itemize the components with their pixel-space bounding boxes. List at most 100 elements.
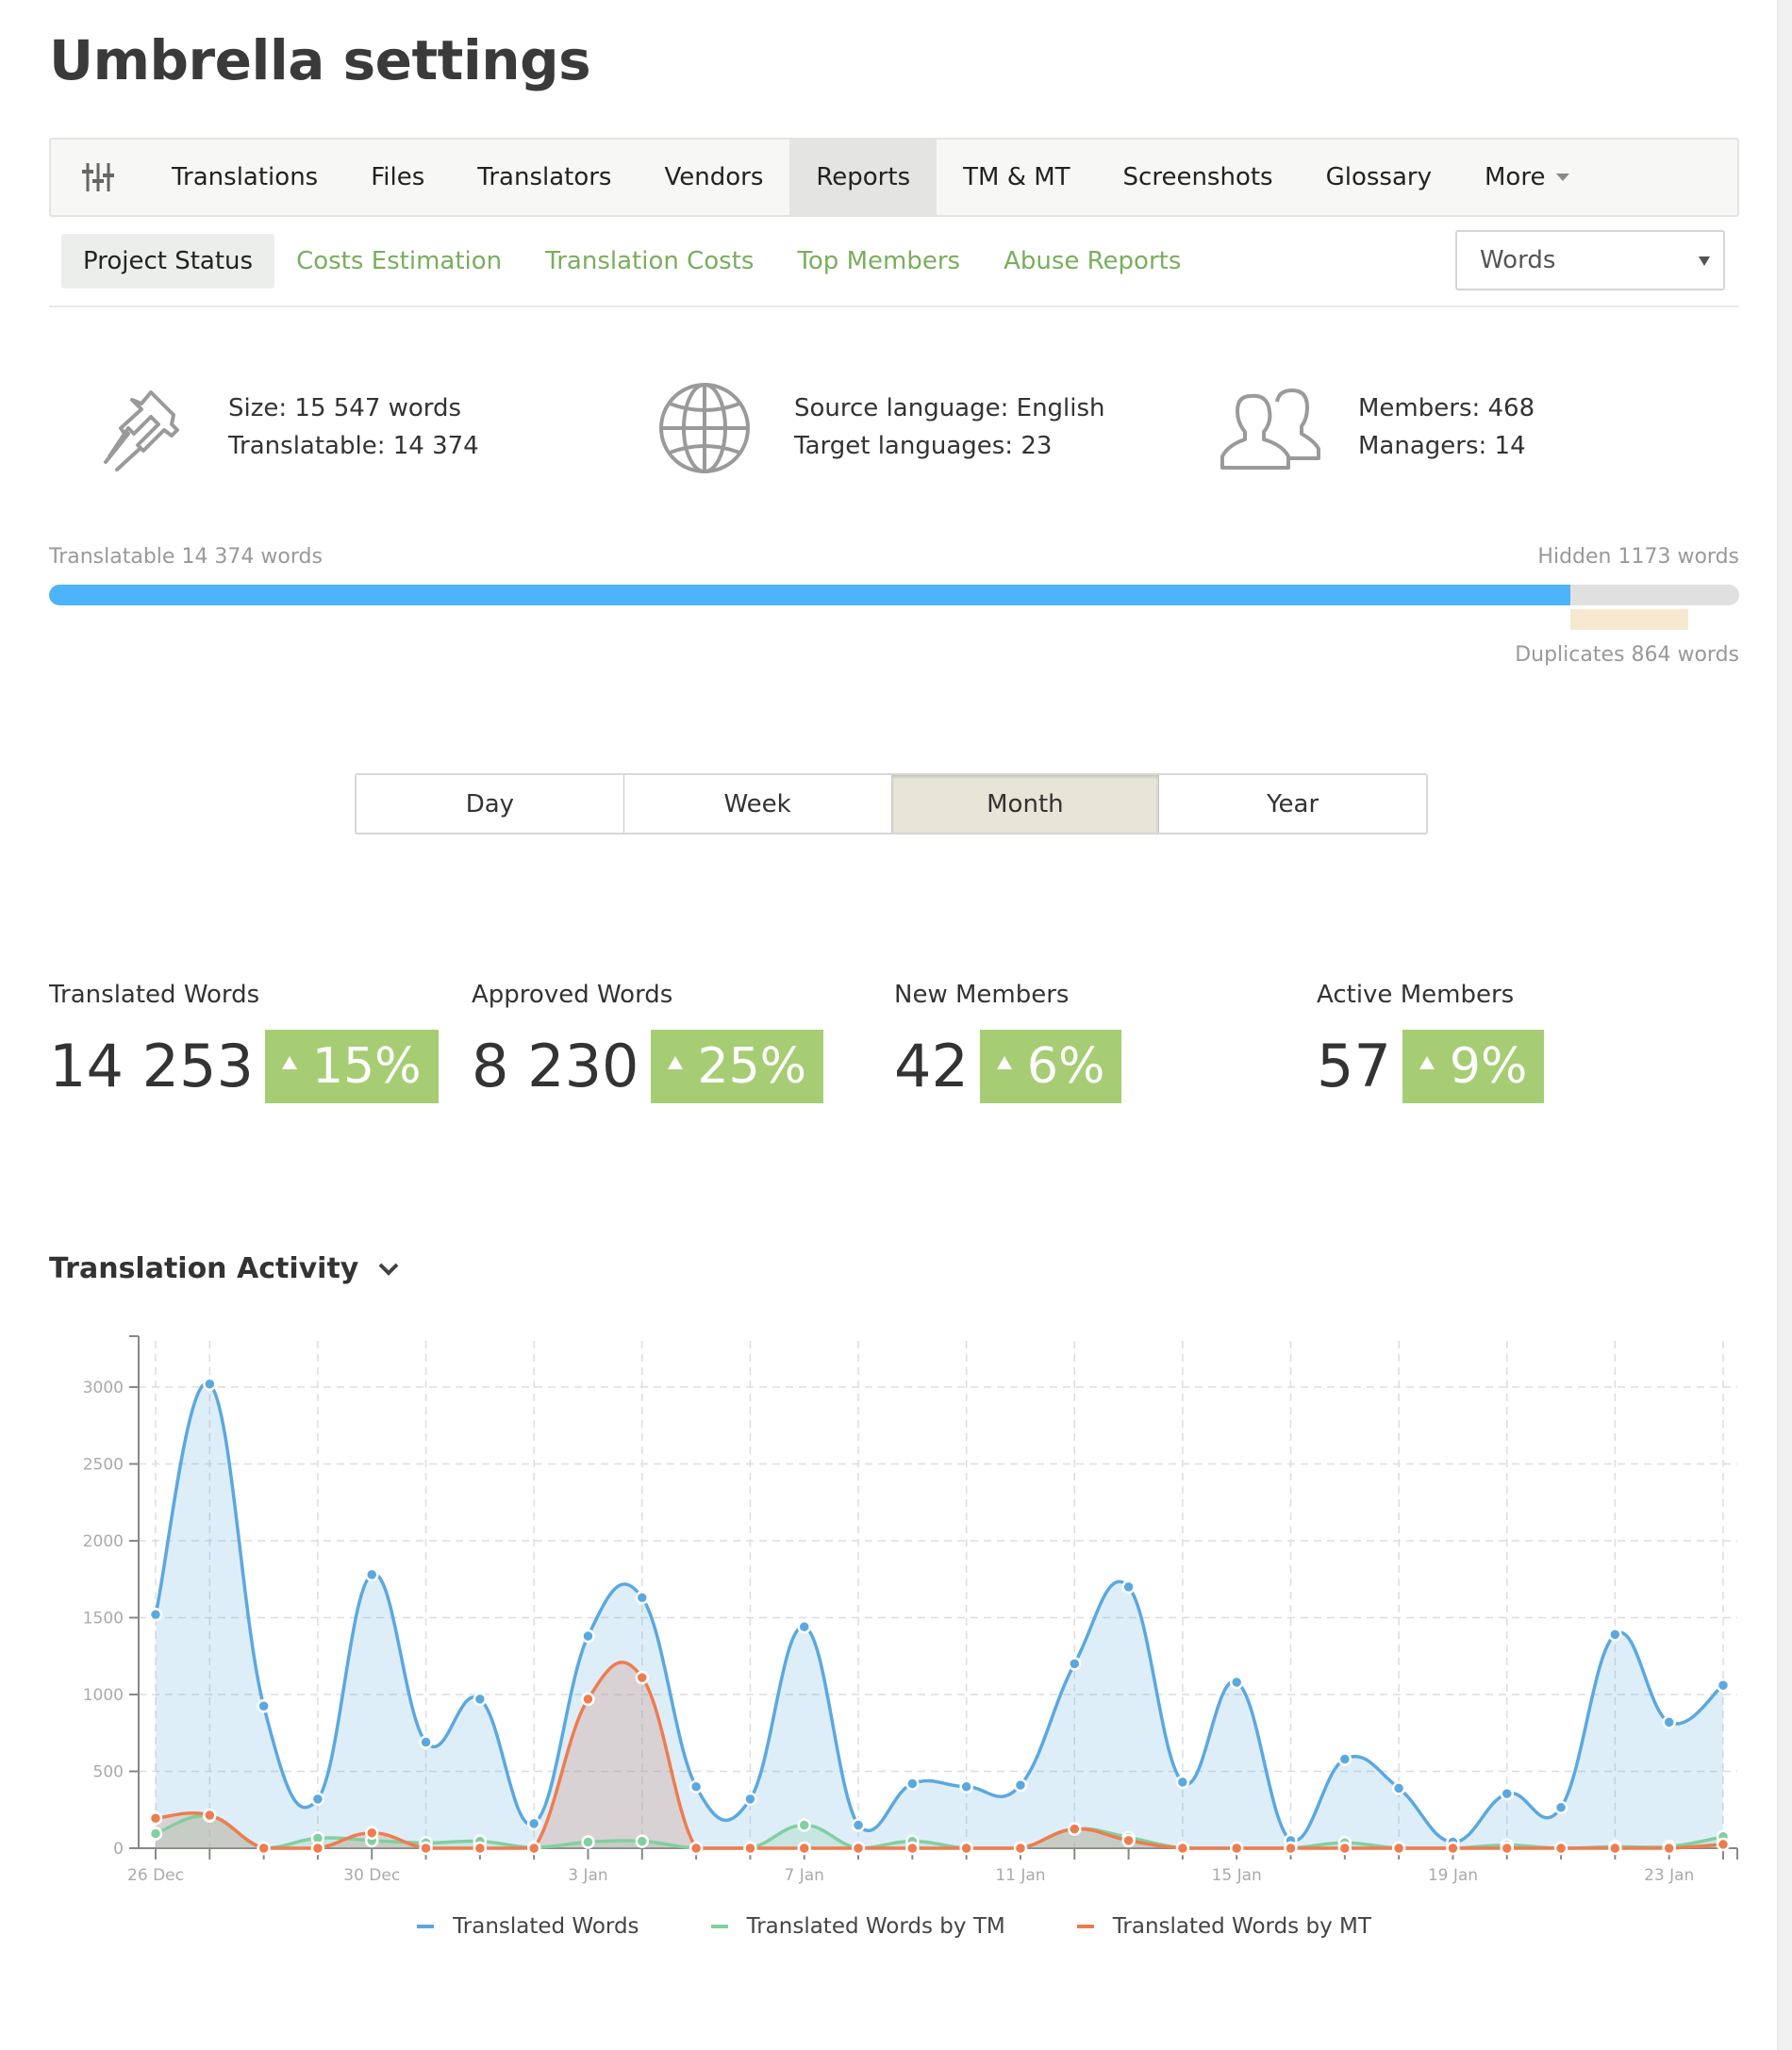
data-point	[1391, 1841, 1406, 1856]
tab-files[interactable]: Files	[344, 140, 451, 215]
page-scrollbar[interactable]	[1777, 0, 1792, 2050]
data-point	[743, 1792, 757, 1807]
main-nav: Translations Files Translators Vendors Repor…	[49, 138, 1739, 217]
caliper-icon	[104, 390, 179, 471]
x-tick-label: 23 Jan	[1644, 1866, 1694, 1885]
data-point	[1716, 1837, 1731, 1852]
tab-more[interactable]: More	[1458, 140, 1596, 215]
tab-tm-mt[interactable]: TM & MT	[937, 140, 1096, 215]
subtab-project-status[interactable]: Project Status	[61, 234, 275, 289]
legend-label: Translated Words by TM	[746, 1914, 1005, 1939]
data-point	[1229, 1675, 1244, 1690]
translation-activity-chart: 0 500 1000 1500 2000 2500 3000 26 Dec 30 Dec 3 Ja…	[49, 1320, 1739, 1905]
data-point	[1175, 1841, 1190, 1856]
data-point	[419, 1735, 433, 1749]
subtab-abuse-reports[interactable]: Abuse Reports	[982, 234, 1203, 289]
globe-icon	[659, 383, 750, 473]
legend-item[interactable]: Translated Words by TM	[710, 1914, 1005, 1939]
tab-translators[interactable]: Translators	[451, 140, 638, 215]
legend-swatch	[1076, 1925, 1094, 1928]
tab-label: Files	[371, 163, 425, 191]
arrow-up-icon	[667, 1056, 683, 1069]
data-point	[203, 1808, 217, 1823]
tab-label: Screenshots	[1122, 163, 1273, 191]
legend-item[interactable]: Translated Words	[417, 1914, 639, 1939]
tab-vendors[interactable]: Vendors	[638, 140, 789, 215]
duplicates-bar	[1569, 609, 1689, 630]
subtab-translation-costs[interactable]: Translation Costs	[523, 234, 775, 289]
tab-glossary[interactable]: Glossary	[1300, 140, 1458, 215]
dropdown-arrow-icon	[1699, 256, 1710, 266]
data-point	[148, 1607, 163, 1622]
data-point	[851, 1818, 866, 1832]
data-point	[743, 1841, 757, 1856]
data-point	[1175, 1775, 1190, 1790]
data-point	[257, 1698, 271, 1713]
period-month[interactable]: Month	[891, 775, 1160, 833]
stat-label: Active Members	[1317, 981, 1515, 1009]
subtab-top-members[interactable]: Top Members	[775, 234, 982, 289]
legend-label: Translated Words	[453, 1914, 639, 1939]
data-point	[364, 1567, 379, 1582]
x-tick-label: 26 Dec	[127, 1866, 184, 1885]
language-info: Source language: English Target language…	[653, 375, 1105, 479]
x-tick-label: 3 Jan	[568, 1866, 607, 1885]
translation-activity-toggle[interactable]: Translation Activity	[49, 1252, 400, 1285]
data-point	[1500, 1841, 1515, 1856]
legend-swatch	[710, 1925, 728, 1928]
data-point	[635, 1591, 650, 1605]
data-point	[905, 1777, 920, 1791]
data-point	[419, 1841, 433, 1856]
stat-change: 6%	[1026, 1038, 1105, 1095]
y-tick-label: 2500	[83, 1456, 124, 1475]
chart-svg: 0 500 1000 1500 2000 2500 3000 26 Dec 30 Dec 3 Ja…	[83, 1335, 1738, 1885]
sub-nav: Project Status Costs Estimation Translatio…	[49, 230, 1739, 307]
data-point	[526, 1841, 541, 1856]
data-point	[473, 1692, 488, 1707]
period-selector: Day Week Month Year	[355, 773, 1428, 835]
hidden-label: Hidden 1173 words	[1537, 545, 1739, 569]
tab-translations[interactable]: Translations	[145, 140, 344, 215]
data-point	[1553, 1841, 1568, 1856]
data-point	[1446, 1841, 1460, 1856]
x-tick-label: 15 Jan	[1212, 1866, 1262, 1885]
stat-change: 25%	[697, 1038, 807, 1095]
stat-value: 14 253	[49, 1032, 254, 1100]
arrow-up-icon	[281, 1056, 297, 1069]
data-point	[257, 1841, 271, 1856]
stat-translated-words: Translated Words 14 253 15%	[49, 981, 439, 1103]
data-point	[1013, 1777, 1028, 1793]
period-day[interactable]: Day	[357, 775, 624, 833]
tab-label: Vendors	[664, 163, 764, 191]
period-week[interactable]: Week	[623, 775, 892, 833]
unit-select[interactable]: Words	[1455, 230, 1725, 290]
stat-change-badge: 15%	[264, 1030, 439, 1103]
translatable-line: Translatable: 14 374	[228, 432, 479, 460]
period-year[interactable]: Year	[1159, 775, 1426, 833]
stat-label: Approved Words	[472, 981, 673, 1009]
tab-reports[interactable]: Reports	[789, 140, 937, 215]
tab-screenshots[interactable]: Screenshots	[1097, 140, 1300, 215]
tab-label: More	[1485, 163, 1546, 191]
data-point	[581, 1628, 595, 1644]
data-point	[1500, 1786, 1515, 1801]
x-tick-label: 11 Jan	[995, 1866, 1045, 1885]
target-languages-line: Target languages: 23	[794, 432, 1053, 460]
data-point	[1608, 1628, 1622, 1642]
stat-change-badge: 25%	[650, 1030, 824, 1103]
data-point	[526, 1816, 541, 1831]
settings-button[interactable]	[51, 140, 145, 215]
size-info: Size: 15 547 words Translatable: 14 374	[87, 375, 479, 479]
data-point	[148, 1827, 163, 1841]
legend-item[interactable]: Translated Words by MT	[1076, 1914, 1371, 1939]
y-tick-label: 2000	[83, 1532, 124, 1551]
data-point	[1391, 1781, 1406, 1795]
data-point	[797, 1818, 811, 1832]
x-tick-label: 7 Jan	[785, 1866, 824, 1885]
members-line: Members: 468	[1358, 394, 1535, 422]
data-point	[797, 1620, 811, 1634]
data-point	[635, 1670, 650, 1685]
tab-label: TM & MT	[963, 163, 1070, 191]
data-point	[310, 1792, 325, 1807]
subtab-costs-estimation[interactable]: Costs Estimation	[274, 234, 523, 289]
